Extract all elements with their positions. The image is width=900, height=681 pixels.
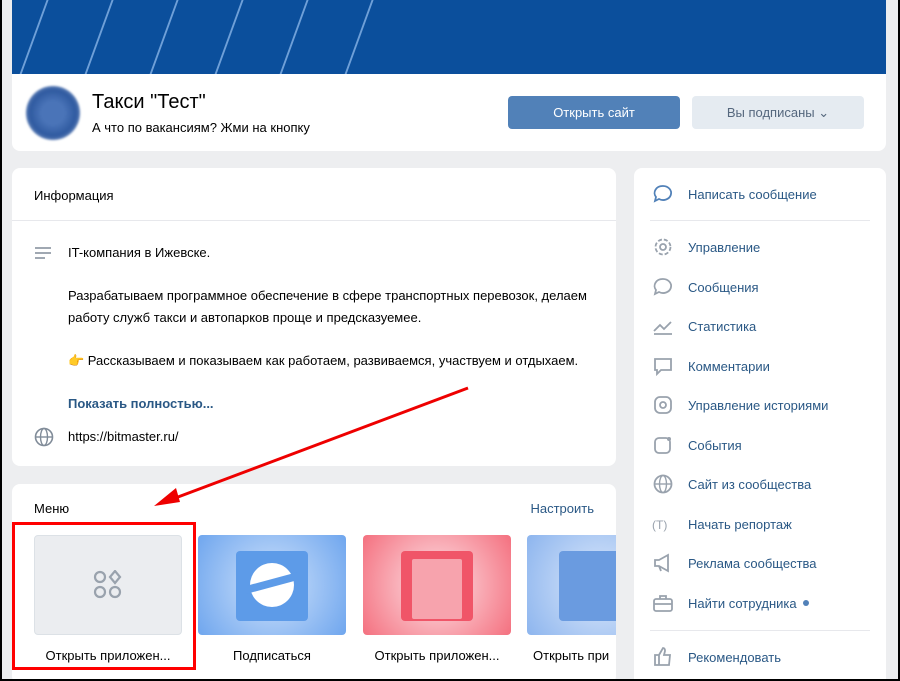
page: Такси "Тест" А что по вакансиям? Жми на … — [2, 0, 898, 679]
annotation-arrow — [154, 386, 469, 506]
